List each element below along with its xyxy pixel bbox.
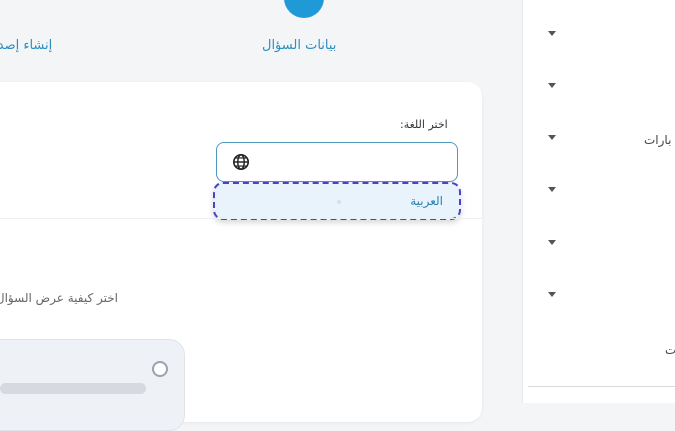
step-label-create-versions[interactable]: إنشاء إصدارات [0, 38, 72, 53]
language-dropdown-menu: العربية [213, 182, 461, 220]
display-option-radio[interactable] [152, 361, 168, 377]
display-option-skeleton-line [0, 383, 146, 394]
display-mode-label: اختر كيفية عرض السؤال [0, 291, 118, 305]
caret-down-icon[interactable] [548, 31, 556, 36]
language-label: اختر اللغة: [400, 118, 448, 131]
caret-down-icon[interactable] [548, 83, 556, 88]
step-label-create-versions-text: إنشاء إصدارات [0, 38, 53, 53]
caret-down-icon[interactable] [548, 240, 556, 245]
section-divider [0, 218, 482, 219]
step-indicator-active [284, 0, 324, 18]
sidebar-item-label[interactable]: بارات [644, 133, 671, 147]
sidebar-item-label[interactable]: ت [665, 343, 675, 357]
caret-down-icon[interactable] [548, 135, 556, 140]
caret-down-icon[interactable] [548, 187, 556, 192]
language-select[interactable] [216, 142, 458, 182]
caret-down-icon[interactable] [548, 292, 556, 297]
language-option-arabic[interactable]: العربية [410, 194, 443, 208]
globe-icon [232, 153, 250, 171]
step-label-question-data[interactable]: بيانات السؤال [262, 38, 336, 53]
sidebar-divider [528, 386, 675, 387]
right-sidebar [522, 0, 675, 403]
dropdown-dot [337, 200, 341, 204]
display-mode-label-text: اختر كيفية عرض السؤال [0, 291, 118, 305]
